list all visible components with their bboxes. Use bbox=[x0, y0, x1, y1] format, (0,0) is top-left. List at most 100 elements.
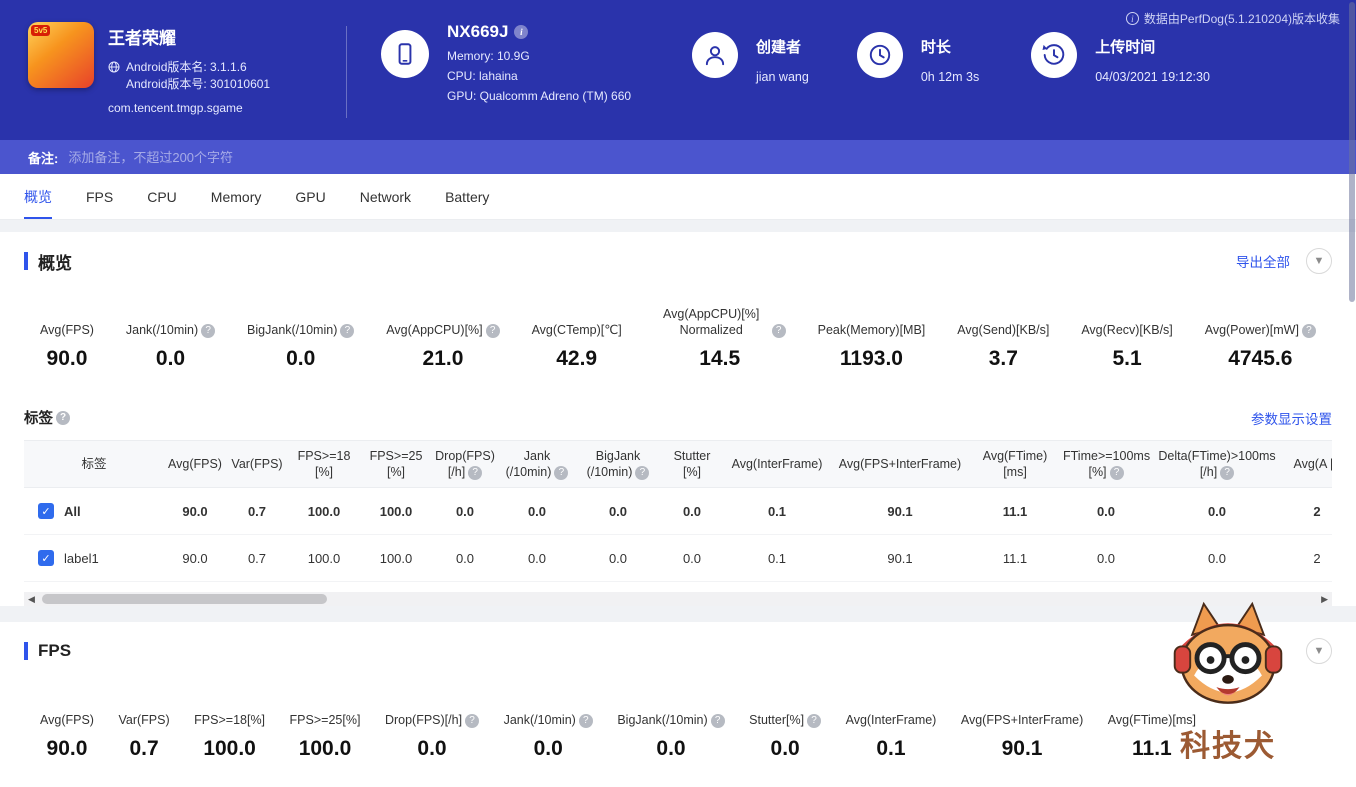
scrollbar-thumb[interactable] bbox=[42, 594, 327, 604]
stat-avg-ctemp: Avg(CTemp)[℃] 42.9 bbox=[531, 323, 622, 370]
tab-memory[interactable]: Memory bbox=[211, 174, 262, 219]
app-icon: 5v5 bbox=[28, 22, 94, 88]
table-horizontal-scrollbar[interactable]: ◀ ▶ bbox=[24, 592, 1332, 606]
table-row-all: ✓ All 90.0 0.7 100.0 100.0 0.0 0.0 0.0 0… bbox=[24, 487, 1332, 535]
device-info-icon[interactable]: i bbox=[514, 25, 529, 39]
fps-stats-row: Avg(FPS) 90.0 Var(FPS) 0.7 FPS>=18[%] 10… bbox=[0, 672, 1356, 787]
help-icon[interactable]: ? bbox=[468, 465, 483, 480]
row-checkbox[interactable]: ✓ bbox=[38, 550, 54, 566]
upload-time-block: 上传时间 04/03/2021 19:12:30 bbox=[1031, 22, 1210, 84]
overview-section: 概览 导出全部 ▼ Avg(FPS) 90.0 Jank(/10min)? 0.… bbox=[0, 232, 1356, 606]
fps-stat-bigjank: BigJank(/10min)? 0.0 bbox=[617, 694, 725, 761]
col-avg-fps: Avg(FPS) bbox=[164, 441, 226, 488]
help-icon[interactable]: ? bbox=[710, 714, 725, 728]
col-avg-ftime: Avg(FTime) [ms] bbox=[970, 441, 1060, 488]
help-icon[interactable]: ? bbox=[56, 410, 70, 425]
tab-gpu[interactable]: GPU bbox=[295, 174, 325, 219]
stat-avg-appcpu-normalized: Avg(AppCPU)[%] Normalized? 14.5 bbox=[654, 304, 786, 371]
stat-avg-send: Avg(Send)[KB/s] 3.7 bbox=[957, 323, 1050, 370]
help-icon[interactable]: ? bbox=[635, 465, 650, 480]
stat-avg-recv: Avg(Recv)[KB/s] 5.1 bbox=[1081, 323, 1173, 370]
section-accent-bar bbox=[24, 642, 28, 660]
col-jank: Jank (/10min)? bbox=[498, 441, 576, 488]
help-icon[interactable]: ? bbox=[485, 324, 500, 338]
tab-fps[interactable]: FPS bbox=[86, 174, 113, 219]
fps-stat-drop-fps: Drop(FPS)[/h]? 0.0 bbox=[385, 694, 480, 761]
app-version-name: Android版本名: 3.1.1.6 bbox=[126, 60, 247, 74]
tab-network[interactable]: Network bbox=[360, 174, 411, 219]
upload-time-value: 04/03/2021 19:12:30 bbox=[1095, 70, 1210, 84]
device-block: NX669J i Memory: 10.9G CPU: lahaina GPU:… bbox=[381, 22, 646, 106]
device-model: NX669J bbox=[447, 22, 509, 41]
note-bar: 备注: bbox=[0, 140, 1356, 174]
row-name: All bbox=[64, 503, 81, 519]
stat-bigjank: BigJank(/10min)? 0.0 bbox=[247, 304, 355, 371]
col-avg-fps-interframe: Avg(FPS+InterFrame) bbox=[830, 441, 970, 488]
col-stutter: Stutter [%] bbox=[660, 441, 724, 488]
overview-stats-row: Avg(FPS) 90.0 Jank(/10min)? 0.0 BigJank(… bbox=[0, 282, 1356, 405]
stat-jank: Jank(/10min)? 0.0 bbox=[126, 304, 216, 371]
device-cpu: CPU: lahaina bbox=[447, 69, 518, 83]
fps-section: FPS ▼ Avg(FPS) 90.0 Var(FPS) 0.7 FPS>=18… bbox=[0, 622, 1356, 787]
help-icon[interactable]: ? bbox=[340, 324, 355, 338]
tab-battery[interactable]: Battery bbox=[445, 174, 489, 219]
page-scrollbar[interactable] bbox=[1348, 0, 1356, 787]
row-checkbox[interactable]: ✓ bbox=[38, 503, 54, 519]
stat-peak-memory: Peak(Memory)[MB] 1193.0 bbox=[817, 323, 926, 370]
section-accent-bar bbox=[24, 252, 28, 270]
stat-avg-power: Avg(Power)[mW]? 4745.6 bbox=[1205, 304, 1316, 371]
export-all-link[interactable]: 导出全部 bbox=[1236, 251, 1290, 271]
overview-collapse-button[interactable]: ▼ bbox=[1306, 248, 1332, 274]
device-memory: Memory: 10.9G bbox=[447, 49, 530, 63]
fps-stat-avg-fps-interframe: Avg(FPS+InterFrame) 90.1 bbox=[960, 713, 1084, 760]
page-scrollbar-thumb[interactable] bbox=[1349, 2, 1355, 302]
header-divider bbox=[346, 26, 347, 118]
stat-avg-fps: Avg(FPS) 90.0 bbox=[40, 323, 94, 370]
param-display-settings-link[interactable]: 参数显示设置 bbox=[1251, 408, 1332, 428]
app-title: 王者荣耀 bbox=[108, 29, 176, 48]
table-header-row: 标签 Avg(FPS) Var(FPS) FPS>=18 [%] FPS>=25… bbox=[24, 441, 1332, 488]
creator-value: jian wang bbox=[756, 70, 809, 84]
help-icon[interactable]: ? bbox=[578, 714, 593, 728]
help-icon[interactable]: ? bbox=[554, 465, 569, 480]
fps-stat-jank: Jank(/10min)? 0.0 bbox=[504, 694, 593, 761]
tab-overview[interactable]: 概览 bbox=[24, 174, 52, 219]
col-ftime-ge100: FTime>=100ms [%]? bbox=[1060, 441, 1152, 488]
help-icon[interactable]: ? bbox=[1220, 465, 1235, 480]
creator-label: 创建者 bbox=[756, 39, 802, 56]
fps-stat-stutter: Stutter[%]? 0.0 bbox=[749, 694, 822, 761]
person-icon bbox=[692, 32, 738, 78]
collect-note-text: 数据由PerfDog(5.1.210204)版本收集 bbox=[1143, 12, 1340, 26]
scroll-left-arrow[interactable]: ◀ bbox=[28, 594, 35, 605]
help-icon[interactable]: ? bbox=[465, 714, 480, 728]
fps-title: FPS bbox=[38, 641, 72, 660]
fps-stat-avg-fps: Avg(FPS) 90.0 bbox=[40, 713, 94, 760]
stat-avg-appcpu: Avg(AppCPU)[%]? 21.0 bbox=[386, 304, 500, 371]
app-block: 5v5 王者荣耀 Android版本名: 3.1.1.6 Android版本号:… bbox=[28, 22, 340, 115]
col-bigjank: BigJank (/10min)? bbox=[576, 441, 660, 488]
fps-stat-avg-interframe: Avg(InterFrame) 0.1 bbox=[845, 713, 937, 760]
upload-time-label: 上传时间 bbox=[1095, 39, 1156, 56]
col-label: 标签 bbox=[24, 441, 164, 488]
help-icon[interactable]: ? bbox=[1301, 324, 1316, 338]
scroll-right-arrow[interactable]: ▶ bbox=[1321, 594, 1328, 605]
tab-cpu[interactable]: CPU bbox=[147, 174, 177, 219]
labels-title: 标签 bbox=[24, 411, 53, 427]
help-icon[interactable]: ? bbox=[771, 324, 786, 338]
table-row-label1: ✓ label1 90.0 0.7 100.0 100.0 0.0 0.0 0.… bbox=[24, 534, 1332, 582]
device-gpu: GPU: Qualcomm Adreno (TM) 660 bbox=[447, 89, 632, 103]
col-clipped: Avg(A [9 bbox=[1282, 441, 1332, 488]
fps-collapse-button[interactable]: ▼ bbox=[1306, 638, 1332, 664]
help-icon[interactable]: ? bbox=[1109, 465, 1124, 480]
col-avg-interframe: Avg(InterFrame) bbox=[724, 441, 830, 488]
duration-value: 0h 12m 3s bbox=[920, 70, 980, 84]
note-input[interactable] bbox=[68, 149, 499, 165]
fps-stat-fps-ge18: FPS>=18[%] 100.0 bbox=[194, 713, 266, 760]
app-icon-badge: 5v5 bbox=[31, 25, 51, 36]
labels-table: 标签 Avg(FPS) Var(FPS) FPS>=18 [%] FPS>=25… bbox=[24, 440, 1332, 582]
overview-title: 概览 bbox=[38, 253, 72, 273]
help-icon[interactable]: ? bbox=[201, 324, 216, 338]
report-header: i 数据由PerfDog(5.1.210204)版本收集 5v5 王者荣耀 An… bbox=[0, 0, 1356, 140]
fps-stat-var-fps: Var(FPS) 0.7 bbox=[118, 713, 170, 760]
help-icon[interactable]: ? bbox=[807, 714, 822, 728]
